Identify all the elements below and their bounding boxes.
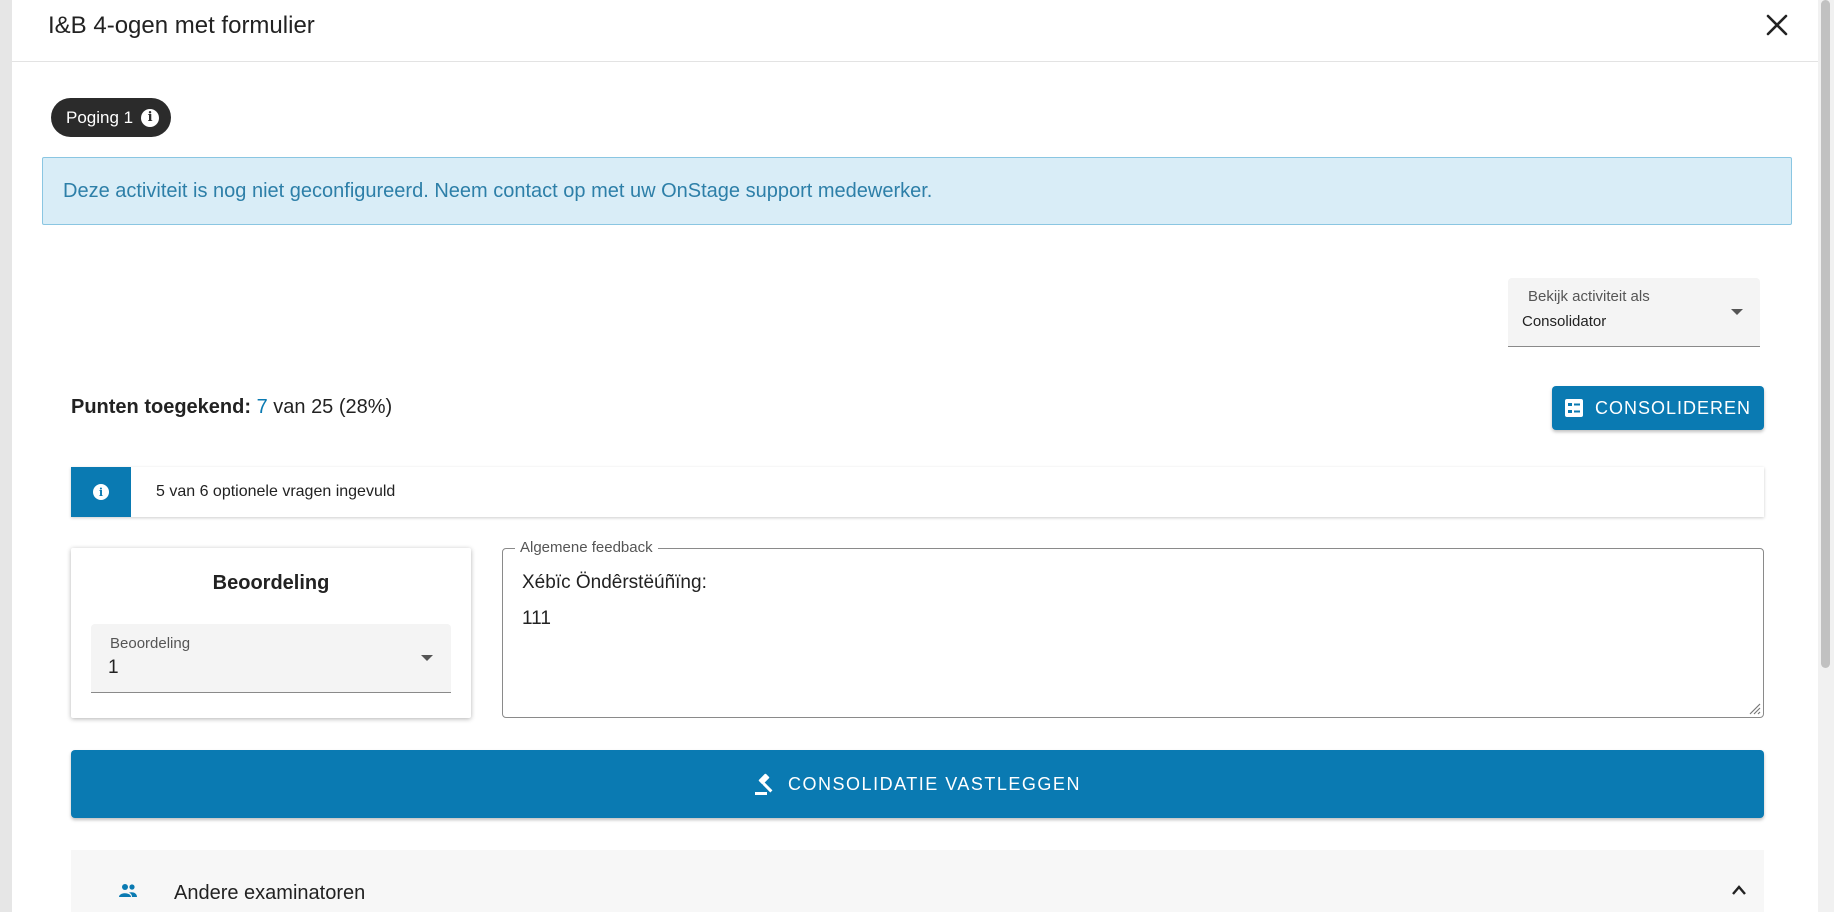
gavel-icon xyxy=(755,773,773,795)
info-bar-text: 5 van 6 optionele vragen ingevuld xyxy=(156,483,396,500)
commit-consolidation-button[interactable]: CONSOLIDATIE VASTLEGGEN xyxy=(71,750,1764,818)
attempt-chip[interactable]: Poging 1 i xyxy=(51,98,172,137)
dialog-header: I&B 4-ogen met formulier xyxy=(12,0,1818,62)
info-bar-side: i xyxy=(71,467,131,517)
view-as-select[interactable]: Bekijk activiteit als Consolidator xyxy=(1508,278,1760,347)
dropdown-arrow-icon xyxy=(1731,309,1743,315)
other-examiners-label: Andere examinatoren xyxy=(174,882,366,904)
points-awarded: Punten toegekend: 7 van 25 (28%) xyxy=(71,396,392,419)
commit-label: CONSOLIDATIE VASTLEGGEN xyxy=(788,773,1081,794)
resize-handle-icon[interactable] xyxy=(1747,701,1761,715)
assessment-select[interactable]: Beoordeling 1 xyxy=(91,624,451,693)
assessment-select-value: 1 xyxy=(108,657,119,678)
not-configured-alert: Deze activiteit is nog niet geconfiguree… xyxy=(42,157,1792,225)
dialog-title: I&B 4-ogen met formulier xyxy=(48,12,315,39)
assessment-heading: Beoordeling xyxy=(212,572,330,594)
consolidate-button[interactable]: CONSOLIDEREN xyxy=(1552,386,1764,430)
scrollbar-thumb[interactable] xyxy=(1821,0,1830,668)
other-examiners-panel[interactable]: Andere examinatoren xyxy=(71,850,1764,912)
close-button[interactable] xyxy=(1764,12,1790,38)
general-feedback-field[interactable]: Algemene feedback Xébïc Öndêrstëúñïng: 1… xyxy=(502,539,1764,718)
alert-text: Deze activiteit is nog niet geconfiguree… xyxy=(63,179,933,202)
feedback-legend: Algemene feedback xyxy=(515,539,658,556)
points-label: Punten toegekend: xyxy=(71,396,252,418)
info-icon: i xyxy=(93,484,109,500)
chevron-up-icon[interactable] xyxy=(1731,884,1747,896)
close-icon xyxy=(1766,14,1788,36)
assessment-card: Beoordeling Beoordeling 1 xyxy=(71,548,471,718)
dialog: I&B 4-ogen met formulier Poging 1 i Deze… xyxy=(12,0,1818,912)
feedback-text[interactable]: Xébïc Öndêrstëúñïng: 111 xyxy=(522,565,707,637)
info-icon[interactable]: i xyxy=(141,108,160,127)
people-icon xyxy=(119,884,137,897)
dropdown-arrow-icon xyxy=(421,655,433,661)
view-as-label: Bekijk activiteit als xyxy=(1528,288,1650,305)
view-as-value: Consolidator xyxy=(1522,313,1607,330)
consolidate-label: CONSOLIDEREN xyxy=(1594,397,1752,418)
attempt-chip-label: Poging 1 xyxy=(66,107,134,127)
points-earned: 7 xyxy=(256,396,268,418)
scrollbar[interactable] xyxy=(1818,0,1834,912)
optional-questions-info: i 5 van 6 optionele vragen ingevuld xyxy=(71,467,1764,517)
checklist-icon xyxy=(1564,399,1583,417)
assessment-select-label: Beoordeling xyxy=(110,635,191,652)
points-total: van 25 (28%) xyxy=(267,396,393,418)
